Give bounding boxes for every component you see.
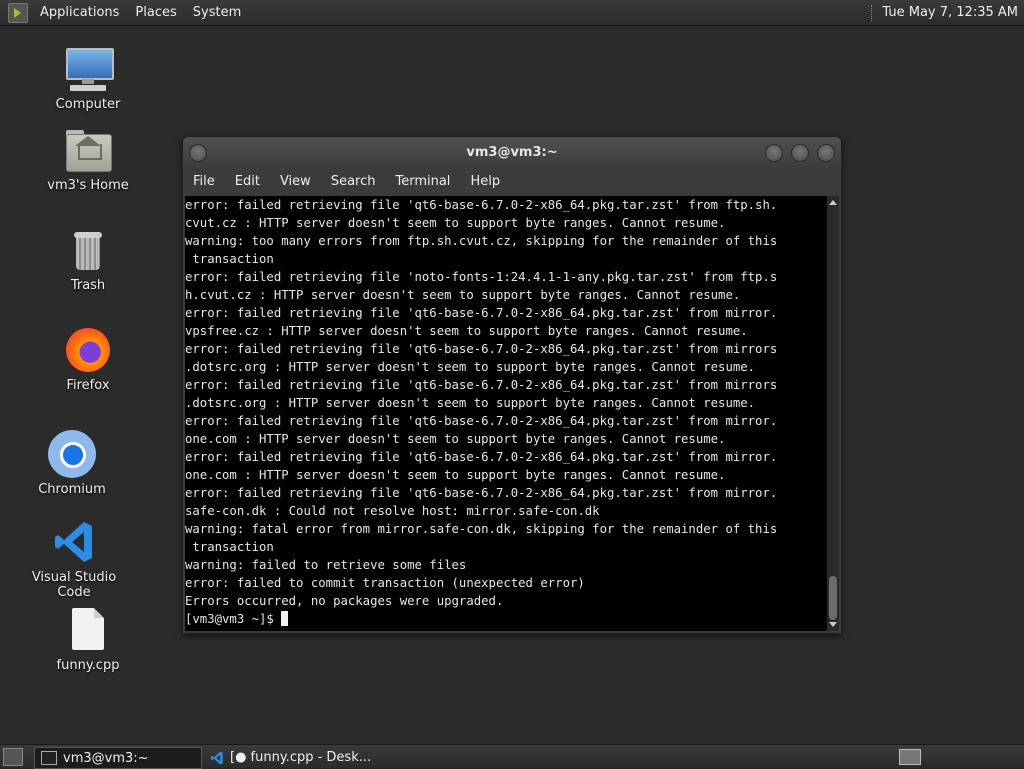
terminal-menubar: File Edit View Search Terminal Help	[183, 167, 841, 195]
menu-file[interactable]: File	[183, 174, 225, 189]
vscode-icon	[210, 751, 224, 765]
terminal-line: vpsfree.cz : HTTP server doesn't seem to…	[185, 324, 748, 338]
workspace-switcher[interactable]	[899, 749, 921, 765]
terminal-line: error: failed retrieving file 'qt6-base-…	[185, 342, 778, 356]
desktop-icon-vscode[interactable]: Visual Studio Code	[14, 518, 134, 600]
scroll-up-arrow-icon[interactable]	[829, 200, 837, 205]
desktop-icon-firefox[interactable]: Firefox	[33, 326, 143, 393]
system-menu[interactable]: System	[185, 5, 249, 20]
terminal-line: error: failed retrieving file 'qt6-base-…	[185, 414, 778, 428]
desktop-icon-label: Visual Studio Code	[31, 570, 117, 600]
minimize-button[interactable]	[765, 144, 783, 162]
desktop-icon-funny-cpp[interactable]: funny.cpp	[33, 606, 143, 673]
taskbar-item-vscode[interactable]: [● funny.cpp - Desk...	[204, 747, 374, 767]
terminal-line: warning: failed to retrieve some files	[185, 558, 467, 572]
menu-search[interactable]: Search	[321, 174, 386, 189]
taskbar-item-label: [● funny.cpp - Desk...	[230, 749, 372, 765]
bottom-panel: vm3@vm3:~ [● funny.cpp - Desk...	[0, 744, 1024, 769]
trash-icon	[64, 226, 112, 274]
terminal-cursor	[281, 611, 289, 626]
terminal-line: error: failed retrieving file 'qt6-base-…	[185, 378, 778, 392]
terminal-window[interactable]: vm3@vm3:~ File Edit View Search Terminal…	[182, 136, 842, 634]
top-panel: Applications Places System Tue May 7, 12…	[0, 0, 1024, 26]
desktop-icon-computer[interactable]: Computer	[33, 45, 143, 112]
terminal-line: transaction	[185, 540, 274, 554]
desktop-icon-trash[interactable]: Trash	[33, 226, 143, 293]
vscode-icon	[50, 518, 98, 566]
applications-menu[interactable]: Applications	[32, 5, 127, 20]
panel-separator	[871, 4, 874, 21]
terminal-scrollbar[interactable]	[827, 196, 839, 631]
firefox-icon	[64, 326, 112, 374]
maximize-button[interactable]	[791, 144, 809, 162]
terminal-line: error: failed retrieving file 'qt6-base-…	[185, 486, 778, 500]
scroll-down-arrow-icon[interactable]	[829, 622, 837, 627]
terminal-line: h.cvut.cz : HTTP server doesn't seem to …	[185, 288, 741, 302]
terminal-line: error: failed retrieving file 'qt6-base-…	[185, 306, 778, 320]
terminal-icon	[41, 751, 57, 765]
terminal-line: .dotsrc.org : HTTP server doesn't seem t…	[185, 396, 756, 410]
terminal-line: error: failed retrieving file 'qt6-base-…	[185, 450, 778, 464]
terminal-prompt-line[interactable]: [vm3@vm3 ~]$	[185, 610, 827, 628]
menu-help[interactable]: Help	[460, 174, 510, 189]
terminal-prompt: [vm3@vm3 ~]$	[185, 612, 282, 626]
desktop-icon-chromium[interactable]: Chromium	[17, 430, 127, 497]
clock[interactable]: Tue May 7, 12:35 AM	[882, 5, 1024, 20]
terminal-line: cvut.cz : HTTP server doesn't seem to su…	[185, 216, 726, 230]
menu-terminal[interactable]: Terminal	[385, 174, 460, 189]
terminal-line: warning: fatal error from mirror.safe-co…	[185, 522, 778, 536]
desktop-icon-label: vm3's Home	[47, 178, 129, 193]
terminal-line: one.com : HTTP server doesn't seem to su…	[185, 468, 726, 482]
terminal-line: Errors occurred, no packages were upgrad…	[185, 594, 504, 608]
terminal-output[interactable]: error: failed retrieving file 'qt6-base-…	[185, 196, 827, 631]
terminal-line: safe-con.dk : Could not resolve host: mi…	[185, 504, 600, 518]
terminal-line: error: failed retrieving file 'noto-font…	[185, 270, 778, 284]
scrollbar-thumb[interactable]	[829, 576, 837, 620]
desktop-icon-label: funny.cpp	[56, 658, 120, 673]
terminal-line: one.com : HTTP server doesn't seem to su…	[185, 432, 726, 446]
terminal-line: warning: too many errors from ftp.sh.cvu…	[185, 234, 778, 248]
show-desktop-icon[interactable]	[3, 748, 23, 766]
window-titlebar[interactable]: vm3@vm3:~	[183, 137, 841, 167]
desktop-icon-home[interactable]: vm3's Home	[33, 126, 143, 193]
terminal-line: transaction	[185, 252, 274, 266]
computer-icon	[64, 45, 114, 93]
menu-edit[interactable]: Edit	[225, 174, 270, 189]
terminal-line: .dotsrc.org : HTTP server doesn't seem t…	[185, 360, 756, 374]
home-folder-icon	[64, 126, 112, 174]
taskbar-item-label: vm3@vm3:~	[63, 750, 149, 766]
window-title: vm3@vm3:~	[466, 145, 558, 160]
places-menu[interactable]: Places	[127, 5, 184, 20]
terminal-line: error: failed to commit transaction (une…	[185, 576, 585, 590]
file-icon	[64, 606, 112, 654]
desktop-icon-label: Trash	[70, 278, 106, 293]
desktop-icon-label: Computer	[55, 97, 121, 112]
chromium-icon	[48, 430, 96, 478]
menu-view[interactable]: View	[270, 174, 321, 189]
taskbar-item-terminal[interactable]: vm3@vm3:~	[34, 747, 202, 769]
main-menu-icon[interactable]	[8, 2, 28, 23]
terminal-line: error: failed retrieving file 'qt6-base-…	[185, 198, 778, 212]
close-button[interactable]	[817, 144, 835, 162]
desktop-icon-label: Chromium	[38, 482, 106, 497]
desktop-icon-label: Firefox	[66, 378, 110, 393]
